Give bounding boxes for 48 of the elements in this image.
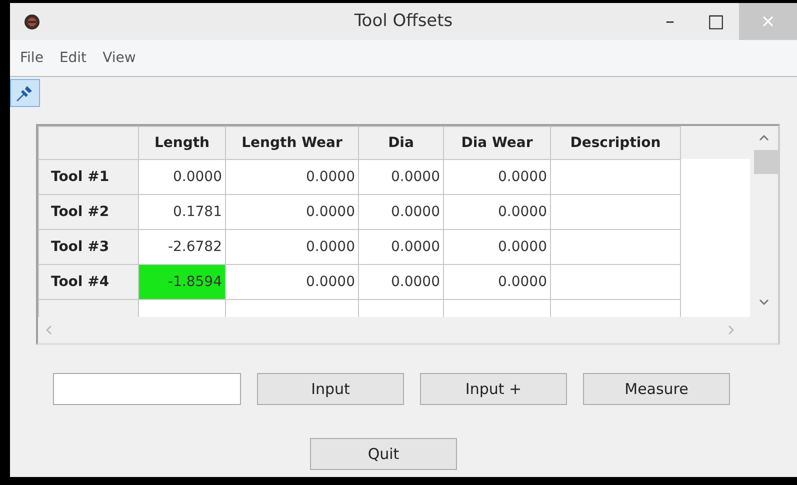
table-cell[interactable]: 0.0000 [358, 160, 444, 194]
pin-tool-button[interactable] [10, 79, 40, 107]
row-header[interactable]: Tool #2 [38, 194, 138, 230]
table-cell[interactable]: 0.0000 [358, 230, 444, 264]
table-cell[interactable]: 0.0000 [226, 230, 358, 264]
scroll-up-icon[interactable] [759, 135, 769, 141]
table-cell[interactable]: 0.0000 [358, 264, 444, 300]
scroll-left-icon[interactable] [46, 325, 52, 335]
action-button[interactable]: Input [257, 373, 404, 405]
scrollbar-thumb[interactable] [754, 150, 778, 174]
table-cell[interactable]: 0.0000 [226, 264, 358, 300]
value-input-field[interactable] [53, 373, 241, 405]
app-icon [24, 14, 40, 30]
table-cell[interactable] [550, 194, 680, 230]
table-cell[interactable]: 0.0000 [138, 160, 226, 194]
table-cell[interactable]: 0.1781 [138, 194, 226, 230]
scroll-right-icon[interactable] [728, 325, 734, 335]
window-title: Tool Offsets [354, 10, 453, 31]
row-header[interactable]: Tool #3 [38, 230, 138, 264]
column-header[interactable]: Dia [358, 126, 444, 160]
table-cell[interactable]: 0.0000 [444, 194, 550, 230]
table-cell[interactable]: 0.0000 [444, 264, 550, 300]
table-cell[interactable]: 0.0000 [358, 194, 444, 230]
scroll-down-icon[interactable] [759, 299, 769, 305]
table-cell[interactable] [550, 230, 680, 264]
table-cell[interactable]: -2.6782 [138, 230, 226, 264]
column-header[interactable]: Length Wear [226, 126, 358, 160]
menu-item[interactable]: View [94, 48, 144, 68]
row-header[interactable]: Tool #1 [38, 160, 138, 194]
action-button[interactable]: Input + [420, 373, 567, 405]
column-header[interactable]: Dia Wear [444, 126, 550, 160]
table-cell[interactable]: 0.0000 [226, 194, 358, 230]
column-header[interactable]: Length [138, 126, 226, 160]
table-cell[interactable] [550, 160, 680, 194]
maximize-button[interactable]: □ [693, 3, 739, 40]
column-header[interactable]: Description [550, 126, 680, 160]
pushpin-icon [15, 83, 35, 103]
minimize-button[interactable]: – [647, 3, 693, 40]
menu-item[interactable]: Edit [51, 48, 95, 68]
table-cell[interactable]: 0.0000 [226, 160, 358, 194]
table-cell[interactable] [550, 264, 680, 300]
table-cell[interactable]: 0.0000 [444, 160, 550, 194]
menu-item[interactable]: File [12, 48, 52, 68]
row-header[interactable]: Tool #4 [38, 264, 138, 300]
table-cell[interactable]: 0.0000 [444, 230, 550, 264]
action-button[interactable]: Measure [583, 373, 730, 405]
table-cell[interactable]: -1.8594 [138, 264, 226, 300]
quit-button[interactable]: Quit [310, 438, 457, 470]
